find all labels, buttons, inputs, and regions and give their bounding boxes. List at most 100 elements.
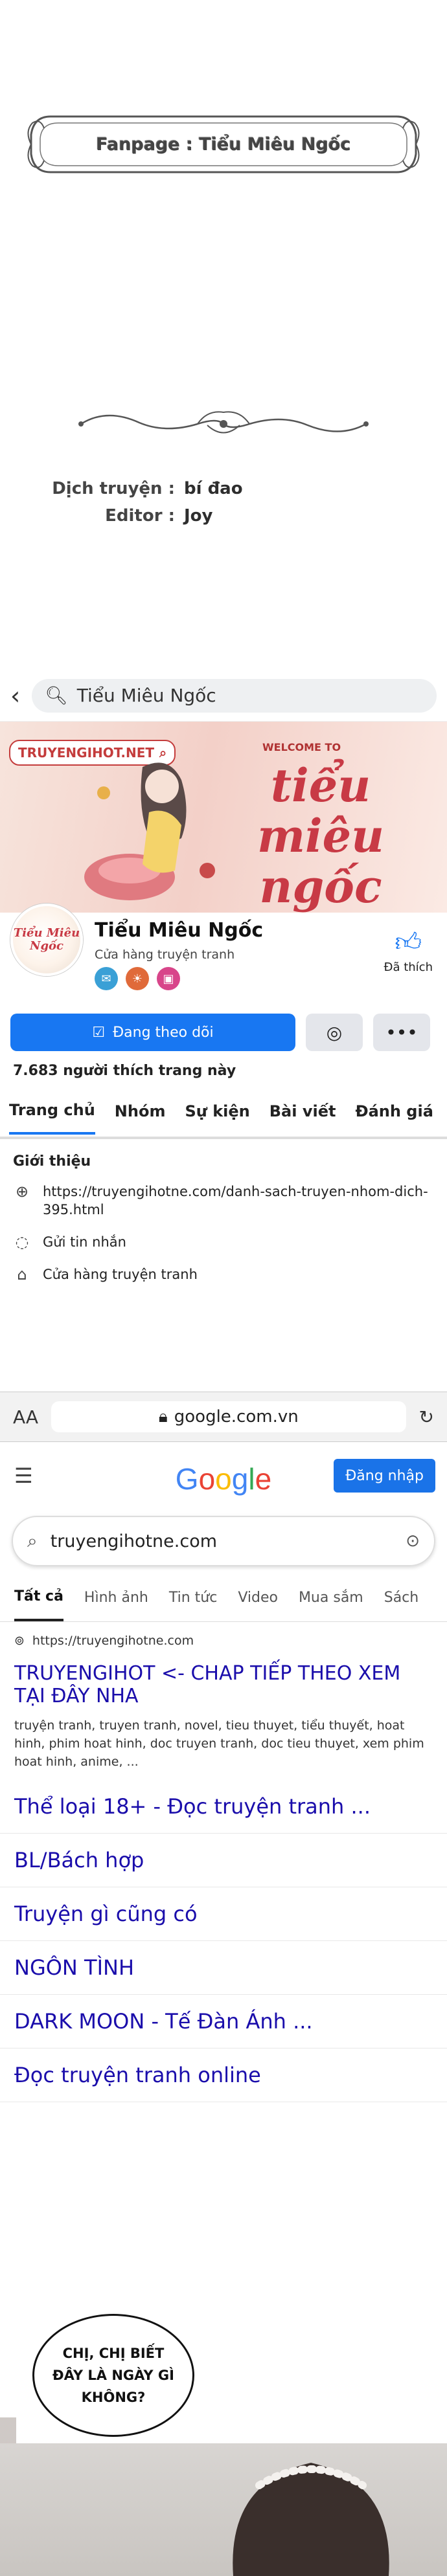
browser-address-bar: AA 🔒︎ google.com.vn ↻ <box>0 1392 447 1442</box>
cover-illustration-icon <box>84 762 215 900</box>
fb-tab-bar: Trang chủ Nhóm Sự kiện Bài viết Đánh giá <box>0 1086 447 1139</box>
fb-cover-photo: TRUYENGIHOT.NET ⌕ WELCOME TO tiểu miêu n… <box>0 722 447 913</box>
cover-title-line: ngốc <box>259 860 382 913</box>
search-result: ⊚ https://truyengihotne.com TRUYENGIHOT … <box>0 1622 447 1771</box>
thumbs-up-icon: 👍︎ <box>395 927 422 957</box>
url-text: google.com.vn <box>174 1407 299 1427</box>
tab-images[interactable]: Hình ảnh <box>84 1575 148 1620</box>
translator-key: Dịch truyện : <box>52 479 175 498</box>
credits-section: Fanpage : Tiểu Miêu Ngốc Dịch truyện : b… <box>0 0 447 660</box>
camera-lens-icon[interactable]: ⊙ <box>406 1531 420 1551</box>
follow-button[interactable]: ☑ Đang theo dõi <box>10 1014 295 1051</box>
facebook-page-screenshot: ‹ 🔍︎ Tiểu Miêu Ngốc TRUYENGIHOT.NET ⌕ WE… <box>0 670 447 1443</box>
like-label: Đã thích <box>384 960 433 974</box>
messenger-button[interactable]: ◎ <box>306 1014 363 1051</box>
result-description: truyện tranh, truyen tranh, novel, tieu … <box>14 1718 424 1769</box>
fb-profile-header: Tiểu Miêu Ngốc Tiểu Miêu Ngốc Cửa hàng t… <box>0 904 447 1010</box>
messenger-icon: ◎ <box>326 1021 343 1043</box>
tab-posts[interactable]: Bài viết <box>269 1089 336 1133</box>
sitelink-item[interactable]: Thể loại 18+ - Đọc truyện tranh ... <box>0 1780 447 1834</box>
bubble-line: CHỊ, CHỊ BIẾT <box>62 2346 165 2361</box>
avatar[interactable]: Tiểu Miêu Ngốc <box>10 904 83 976</box>
search-icon: ⌕ <box>27 1530 38 1551</box>
lock-icon: 🔒︎ <box>158 1406 168 1427</box>
check-icon: ☑ <box>92 1024 106 1041</box>
intro-message-label[interactable]: Gửi tin nhắn <box>43 1233 434 1251</box>
sitelink-item[interactable]: Đọc truyện tranh online <box>0 2049 447 2102</box>
google-search-input[interactable]: ⌕ truyengihotne.com ⊙ <box>12 1516 435 1566</box>
character-hair-icon <box>233 2463 389 2576</box>
more-dots-icon: ••• <box>385 1021 418 1043</box>
cover-title: tiểu miêu ngốc <box>220 761 421 912</box>
translator-credit: Dịch truyện : bí đao <box>39 479 243 498</box>
translator-value: bí đao <box>184 479 243 498</box>
fb-top-bar: ‹ 🔍︎ Tiểu Miêu Ngốc <box>0 670 447 722</box>
search-icon: 🔍︎ <box>45 685 68 706</box>
bubble-line: KHÔNG? <box>81 2390 146 2405</box>
like-button[interactable]: 👍︎ Đã thích <box>384 927 433 974</box>
result-site-url: https://truyengihotne.com <box>32 1634 194 1648</box>
editor-value: Joy <box>184 506 213 526</box>
tab-all[interactable]: Tất cả <box>14 1574 63 1621</box>
store-icon: ⌂ <box>17 1265 27 1283</box>
result-title[interactable]: TRUYENGIHOT <- CHAP TIẾP THEO XEM TẠI ĐÂ… <box>14 1662 433 1707</box>
page-category: Cửa hàng truyện tranh <box>95 948 235 962</box>
fb-intro-section: Giới thiệu ⊕ https://truyengihotne.com/d… <box>0 1139 447 1283</box>
editor-key: Editor : <box>105 506 175 526</box>
search-query: truyengihotne.com <box>50 1531 218 1551</box>
intro-website-link[interactable]: https://truyengihotne.com/danh-sach-truy… <box>43 1183 434 1219</box>
fb-badge-row: ✉ ☀ ▣ <box>95 967 180 990</box>
messenger-icon[interactable]: ✉ <box>95 967 118 990</box>
cover-title-line: miêu <box>257 809 385 863</box>
flourish-divider-icon <box>78 411 369 434</box>
more-button[interactable]: ••• <box>373 1014 430 1051</box>
tab-video[interactable]: Video <box>238 1575 278 1620</box>
fanpage-label: Fanpage : Tiểu Miêu Ngốc <box>96 134 351 155</box>
intro-heading: Giới thiệu <box>13 1153 91 1170</box>
sitelinks-list: Thể loại 18+ - Đọc truyện tranh ... BL/B… <box>0 1780 447 2102</box>
page-name: Tiểu Miêu Ngốc <box>95 919 264 942</box>
shop-icon[interactable]: ☀ <box>126 967 149 990</box>
sitelink-item[interactable]: BL/Bách hợp <box>0 1834 447 1887</box>
tab-news[interactable]: Tin tức <box>169 1575 217 1620</box>
intro-message-row[interactable]: ◌ Gửi tin nhắn <box>13 1233 434 1251</box>
reload-icon[interactable]: ↻ <box>419 1406 434 1428</box>
tab-groups[interactable]: Nhóm <box>115 1089 166 1133</box>
bag-icon[interactable]: ▣ <box>157 967 180 990</box>
google-tab-bar: Tất cả Hình ảnh Tin tức Video Mua sắm Sá… <box>0 1574 447 1622</box>
avatar-text: Tiểu Miêu Ngốc <box>13 926 80 953</box>
fb-search-field[interactable]: 🔍︎ Tiểu Miêu Ngốc <box>32 678 437 713</box>
tab-shopping[interactable]: Mua sắm <box>299 1575 363 1620</box>
url-field[interactable]: 🔒︎ google.com.vn <box>51 1401 406 1432</box>
fanpage-banner: Fanpage : Tiểu Miêu Ngốc <box>25 109 422 180</box>
sitelink-item[interactable]: Truyện gì cũng có <box>0 1887 447 1941</box>
intro-shop-row: ⌂ Cửa hàng truyện tranh <box>13 1265 434 1283</box>
cover-welcome-text: WELCOME TO <box>262 741 341 753</box>
google-search-screenshot: ☰ Google Đăng nhập ⌕ truyengihotne.com ⊙… <box>0 1442 447 2122</box>
google-header: ☰ Google Đăng nhập <box>0 1442 447 1509</box>
globe-icon: ⊕ <box>15 1183 29 1201</box>
intro-shop-label: Cửa hàng truyện tranh <box>43 1267 198 1282</box>
tab-events[interactable]: Sự kiện <box>185 1089 249 1133</box>
back-arrow-icon[interactable]: ‹ <box>10 682 20 710</box>
sitelink-item[interactable]: NGÔN TÌNH <box>0 1941 447 1995</box>
follow-label: Đang theo dõi <box>113 1024 214 1041</box>
tab-home[interactable]: Trang chủ <box>9 1088 95 1135</box>
text-size-button[interactable]: AA <box>13 1406 38 1428</box>
tab-reviews[interactable]: Đánh giá <box>355 1089 433 1133</box>
fb-action-row: ☑ Đang theo dõi ◎ ••• <box>0 1010 447 1055</box>
fb-search-text: Tiểu Miêu Ngốc <box>76 685 216 706</box>
speech-bubble: CHỊ, CHỊ BIẾT ĐÂY LÀ NGÀY GÌ KHÔNG? <box>32 2314 194 2437</box>
intro-website-row[interactable]: ⊕ https://truyengihotne.com/danh-sach-tr… <box>13 1183 434 1219</box>
messenger-icon: ◌ <box>15 1233 29 1251</box>
tab-books[interactable]: Sách <box>384 1575 419 1620</box>
manga-panel: CHỊ, CHỊ BIẾT ĐÂY LÀ NGÀY GÌ KHÔNG? <box>0 2314 447 2576</box>
bubble-line: ĐÂY LÀ NGÀY GÌ <box>52 2368 174 2383</box>
cover-title-line: tiểu <box>270 759 371 812</box>
result-site: ⊚ https://truyengihotne.com <box>14 1634 433 1648</box>
signin-button[interactable]: Đăng nhập <box>334 1459 435 1493</box>
editor-credit: Editor : Joy <box>39 506 212 526</box>
sitelink-item[interactable]: DARK MOON - Tế Đàn Ánh ... <box>0 1995 447 2049</box>
site-favicon-icon: ⊚ <box>14 1634 25 1648</box>
follower-count: 7.683 người thích trang này <box>13 1062 236 1079</box>
